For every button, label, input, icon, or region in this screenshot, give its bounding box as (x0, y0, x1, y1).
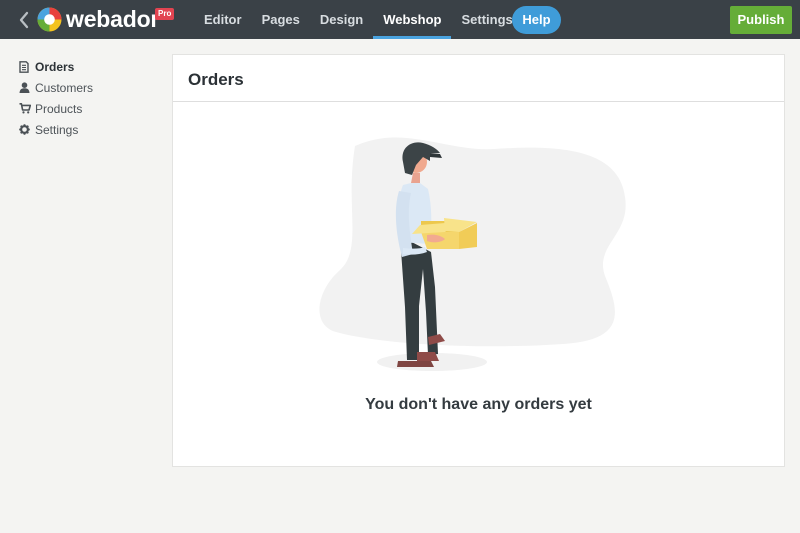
brand-name[interactable]: webador (66, 5, 159, 33)
empty-orders-illustration (319, 137, 626, 371)
main-navigation: Editor Pages Design Webshop Settings (194, 0, 523, 39)
nav-pages[interactable]: Pages (252, 0, 310, 39)
cart-icon (19, 102, 35, 116)
sidebar-item-label: Products (35, 101, 83, 116)
sidebar-item-customers[interactable]: Customers (19, 77, 159, 98)
document-icon (19, 60, 35, 74)
orders-panel: Orders You don't have any orders yet (172, 54, 785, 467)
page-title: Orders (188, 70, 244, 89)
pro-badge: Pro (155, 8, 175, 20)
webshop-sidebar: Orders Customers Products Settings (19, 56, 159, 140)
sidebar-item-products[interactable]: Products (19, 98, 159, 119)
panel-header: Orders (173, 55, 784, 102)
top-bar: webador Pro Editor Pages Design Webshop … (0, 0, 800, 39)
sidebar-item-label: Customers (35, 80, 94, 95)
nav-design[interactable]: Design (310, 0, 373, 39)
webador-logo-icon[interactable] (37, 7, 62, 32)
sidebar-item-settings[interactable]: Settings (19, 119, 159, 140)
user-icon (19, 81, 35, 95)
nav-editor[interactable]: Editor (194, 0, 252, 39)
sidebar-item-orders[interactable]: Orders (19, 56, 159, 77)
gear-icon (19, 123, 35, 137)
sidebar-item-label: Orders (35, 59, 75, 74)
nav-webshop[interactable]: Webshop (373, 0, 452, 39)
help-button[interactable]: Help (512, 6, 561, 34)
back-arrow-icon[interactable] (17, 10, 31, 30)
empty-state-message: You don't have any orders yet (365, 396, 592, 413)
publish-button[interactable]: Publish (730, 6, 792, 34)
sidebar-item-label: Settings (35, 122, 79, 137)
